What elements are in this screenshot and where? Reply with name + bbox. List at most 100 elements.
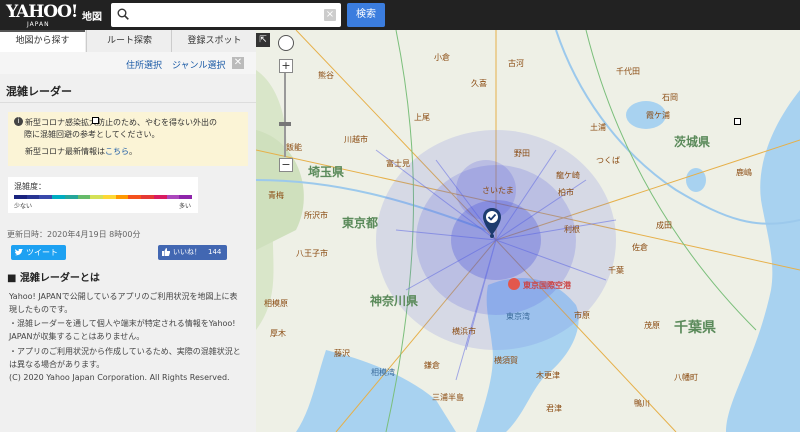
address-select-link[interactable]: 住所選択 (126, 58, 162, 71)
map-label-saitama-city: さいたま (482, 186, 514, 195)
map-label-kanagawa: 神奈川県 (370, 294, 419, 308)
like-label: いいね！ (173, 248, 201, 256)
legend-swatch (77, 195, 91, 199)
map-label-ryugasaki: 龍ケ崎 (556, 171, 580, 180)
tab-search-map[interactable]: 地図から探す (0, 30, 85, 53)
legend-swatch (39, 195, 53, 199)
top-bar: YAHOO! JAPAN 地図 × 検索 (0, 0, 800, 30)
section-title: 混雑レーダー (6, 85, 72, 98)
map-label-kamogawa: 鴨川 (634, 399, 650, 408)
info-icon: i (14, 117, 23, 126)
map-label-sakura: 佐倉 (632, 243, 648, 252)
legend-high-label: 多い (179, 203, 192, 210)
selection-handle (734, 118, 741, 125)
map-label-ageo: 上尾 (414, 113, 430, 122)
map-label-fujisawa: 藤沢 (334, 349, 350, 358)
map-label-tsuchiura: 土浦 (590, 123, 606, 132)
map-label-kamakura: 鎌倉 (424, 361, 440, 370)
map-label-tone: 利根 (564, 225, 580, 234)
map-label-kashima: 鹿嶋 (736, 168, 752, 177)
notice-box: i 新型コロナ感染拡大防止のため、やむを得ない外出の 際に混雑回避の参考としてく… (8, 112, 248, 166)
map-label-sagamihara: 相模原 (264, 299, 288, 308)
legend-swatch (26, 195, 40, 199)
about-text: ・混雑レーダーを通して個人や端末が特定される情報をYahoo! (9, 319, 236, 328)
tweet-button[interactable]: ツイート (11, 245, 66, 260)
covid-info-link[interactable]: こちら (105, 147, 129, 156)
map-label-kimitsu: 君津 (546, 404, 562, 413)
map-label-kasumigaura: 霞ケ浦 (646, 111, 670, 120)
facebook-like-button[interactable]: いいね！ 144 (158, 245, 227, 260)
map-label-tokyo-bay: 東京湾 (506, 312, 530, 321)
search-button[interactable]: 検索 (347, 3, 385, 27)
map-label-hanno: 飯能 (286, 143, 302, 152)
tab-route-search[interactable]: ルート探索 (86, 30, 172, 52)
map-label-sagami-bay: 相模湾 (371, 368, 395, 377)
legend-swatch (153, 195, 167, 199)
yahoo-logo-sub: JAPAN (27, 21, 50, 28)
like-count: 144 (208, 248, 222, 256)
map-label-fujimi: 富士見 (386, 159, 410, 168)
legend-swatch (179, 195, 193, 199)
tab-saved-spots[interactable]: 登録スポット (171, 30, 257, 52)
about-text: ・アプリのご利用状況から作成しているため、実際の混雑状況と (9, 347, 241, 356)
search-icon (117, 8, 129, 20)
legend-swatch (64, 195, 78, 199)
yahoo-logo[interactable]: YAHOO! (6, 4, 78, 21)
map-label-kisarazu: 木更津 (536, 371, 560, 380)
legend-swatch (103, 195, 116, 199)
about-text: Yahoo! JAPANで公開しているアプリのご利用状況を地図上に表 (9, 292, 238, 301)
close-panel-button[interactable]: ✕ (232, 57, 244, 69)
notice-text: 際に混雑回避の参考としてください。 (24, 130, 160, 139)
legend-swatch (14, 195, 27, 199)
clear-search-button[interactable]: × (324, 9, 336, 21)
notice-text-link-line: 新型コロナ最新情報はこちら。 (25, 146, 137, 157)
legend-swatch (166, 195, 180, 199)
map-label-chiyoda: 千代田 (616, 67, 640, 76)
zoom-slider-thumb[interactable] (279, 122, 291, 126)
about-title: ■ 混雑レーダーとは (7, 273, 100, 284)
search-box: × (111, 3, 341, 27)
notice-suffix: 。 (129, 147, 137, 156)
divider (0, 102, 256, 103)
legend-title: 混雑度： (14, 182, 46, 191)
legend-swatch (141, 195, 154, 199)
map-canvas[interactable] (256, 30, 800, 432)
compass-icon[interactable] (278, 35, 294, 51)
search-input[interactable] (137, 6, 321, 26)
genre-select-link[interactable]: ジャンル選択 (172, 58, 226, 71)
legend-swatch (128, 195, 142, 199)
map-label-chiba-city: 千葉 (608, 266, 624, 275)
about-text: は異なる場合があります。 (9, 360, 105, 369)
map-label-tokyo: 東京都 (342, 216, 379, 230)
map-label-ome: 青梅 (268, 191, 284, 200)
side-panel: 地図から探す ルート探索 登録スポット 住所選択 ジャンル選択 ✕ 混雑レーダー… (0, 30, 257, 432)
legend-swatch (52, 195, 65, 199)
map-label-haneda: 東京国際空港 (523, 281, 571, 290)
map-label-saitama: 埼玉県 (308, 165, 345, 179)
tab-bar: 地図から探す ルート探索 登録スポット (0, 30, 256, 53)
zoom-out-button[interactable]: − (279, 158, 293, 172)
map-label-narita: 成田 (656, 221, 672, 230)
zoom-slider-track[interactable] (284, 73, 286, 157)
map-label-koga: 古河 (508, 59, 524, 68)
notice-prefix: 新型コロナ最新情報は (25, 147, 105, 156)
collapse-panel-button[interactable]: ⇱ (256, 33, 270, 47)
zoom-in-button[interactable]: + (279, 59, 293, 73)
map-label-chiba: 千葉県 (674, 320, 716, 336)
twitter-bird-icon (15, 249, 23, 256)
map-label-tokorozawa: 所沢市 (304, 211, 328, 220)
legend-swatch (90, 195, 104, 199)
thumbs-up-icon (162, 248, 170, 256)
location-pin-icon[interactable] (482, 208, 502, 238)
map-view[interactable]: 埼玉県 東京都 神奈川県 千葉県 茨城県 東京湾 相模湾 東京国際空港 三浦半島… (256, 30, 800, 432)
map-label-ibaraki: 茨城県 (674, 135, 711, 149)
about-text: 現したものです。 (9, 305, 73, 314)
map-label-hachioji: 八王子市 (296, 249, 328, 258)
map-label-kawagoe: 川越市 (344, 135, 368, 144)
map-label-kumagaya: 熊谷 (318, 71, 334, 80)
tweet-label: ツイート (26, 248, 58, 257)
service-name: 地図 (82, 12, 102, 23)
selector-row: 住所選択 ジャンル選択 ✕ (0, 52, 256, 74)
updated-time: 更新日時：2020年4月19日 8時00分 (7, 230, 141, 239)
notice-text: 新型コロナ感染拡大防止のため、やむを得ない外出の (25, 118, 217, 127)
